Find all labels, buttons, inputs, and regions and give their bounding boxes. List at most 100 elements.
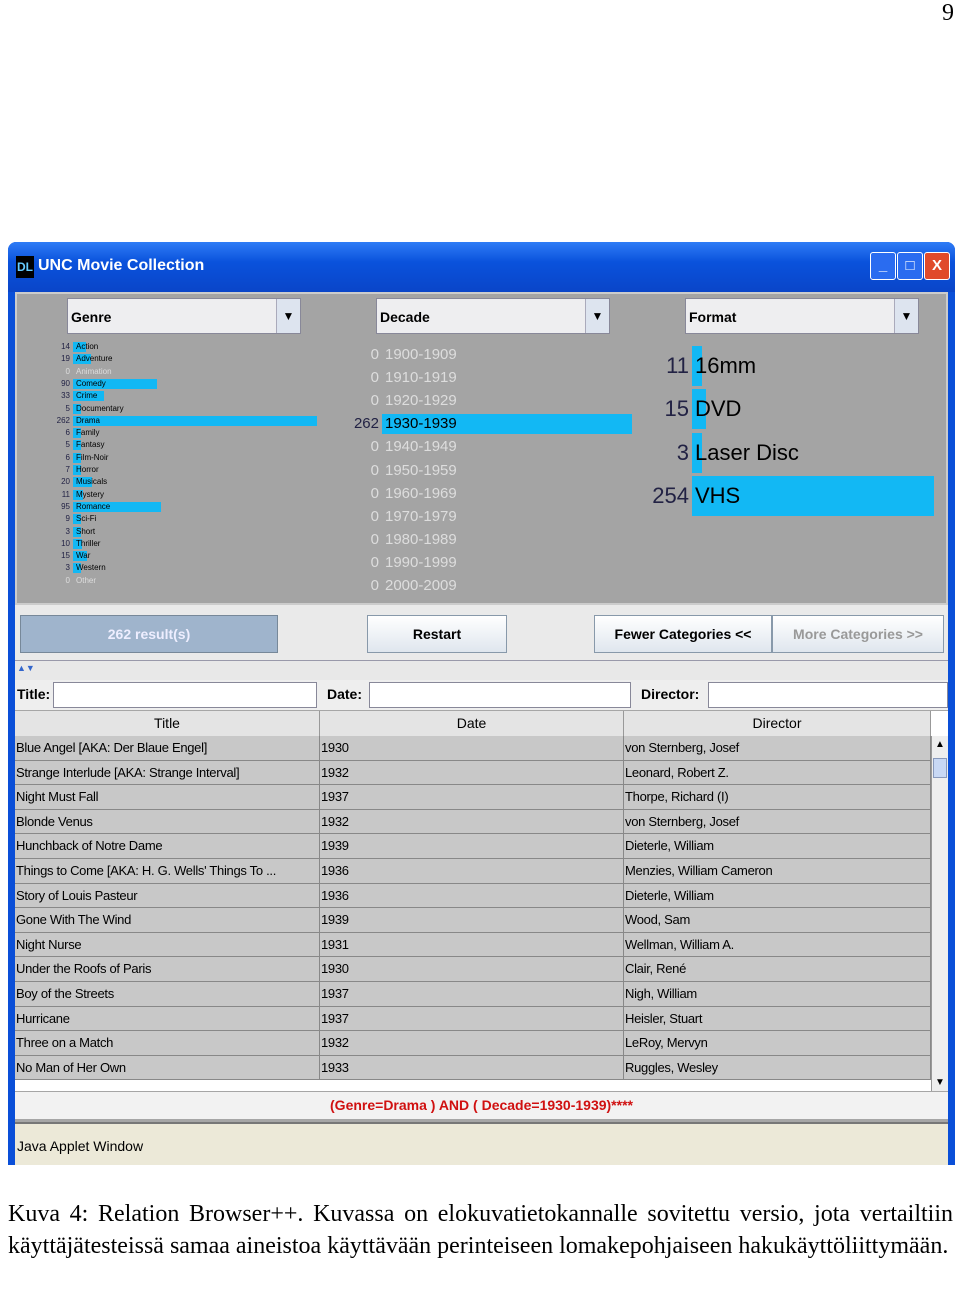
results-count-button[interactable]: 262 result(s) [20, 615, 278, 653]
director-cell[interactable]: Menzies, William Cameron [624, 859, 931, 884]
genre-label: Romance [76, 501, 111, 511]
director-cell[interactable]: Wellman, William A. [624, 932, 931, 958]
decade-label: 1910-1919 [385, 369, 457, 387]
director-cell[interactable]: Clair, René [624, 957, 931, 982]
date-cell[interactable]: 1937 [320, 1006, 624, 1032]
genre-count: 0 [65, 575, 70, 585]
scroll-down-icon[interactable]: ▼ [935, 1077, 945, 1088]
genre-dropdown[interactable]: Genre ▼ [67, 298, 301, 334]
director-cell[interactable]: Thorpe, Richard (I) [624, 785, 931, 810]
director-cell[interactable]: Ruggles, Wesley [624, 1055, 931, 1081]
director-cell[interactable]: Heisler, Stuart [624, 1006, 931, 1032]
genre-label: Mystery [76, 489, 104, 499]
title-search-input[interactable] [53, 682, 317, 708]
director-cell[interactable]: von Sternberg, Josef [624, 809, 931, 835]
date-cell[interactable]: 1936 [320, 883, 624, 909]
button-row: 262 result(s) Restart Fewer Categories <… [15, 605, 948, 660]
date-cell[interactable]: 1932 [320, 809, 624, 835]
date-cell[interactable]: 1932 [320, 760, 624, 786]
title-cell[interactable]: Hunchback of Notre Dame [15, 834, 320, 859]
date-cell[interactable]: 1939 [320, 908, 624, 933]
title-cell[interactable]: Boy of the Streets [15, 982, 320, 1007]
genre-count: 5 [65, 440, 70, 450]
title-bar[interactable]: DL UNC Movie Collection _ □ X [8, 242, 955, 292]
window-title: UNC Movie Collection [38, 257, 205, 274]
director-cell[interactable]: von Sternberg, Josef [624, 736, 931, 761]
director-cell[interactable]: Leonard, Robert Z. [624, 760, 931, 786]
date-cell[interactable]: 1933 [320, 1055, 624, 1081]
scroll-thumb[interactable] [933, 758, 947, 778]
format-label: VHS [695, 482, 741, 508]
date-search-input[interactable] [369, 682, 631, 708]
splitter-handle[interactable]: ▲▼ [15, 660, 948, 680]
decade-count: 0 [370, 346, 379, 363]
chevron-down-icon[interactable]: ▼ [276, 299, 300, 333]
genre-label: Family [76, 428, 100, 438]
genre-label: Other [76, 575, 97, 585]
title-cell[interactable]: Strange Interlude [AKA: Strange Interval… [15, 760, 320, 786]
decade-count: 0 [370, 577, 379, 594]
title-cell[interactable]: Blue Angel [AKA: Der Blaue Engel] [15, 736, 320, 761]
director-cell[interactable]: Wood, Sam [624, 908, 931, 933]
decade-label: 1900-1909 [385, 346, 457, 363]
title-cell[interactable]: Under the Roofs of Paris [15, 957, 320, 982]
column-header-date[interactable]: Date [320, 711, 624, 736]
decade-count: 0 [370, 530, 379, 548]
scroll-up-icon[interactable]: ▲ [935, 739, 945, 750]
director-cell[interactable]: Nigh, William [624, 982, 931, 1007]
decade-label: 1990-1999 [385, 553, 457, 571]
restart-button[interactable]: Restart [367, 615, 507, 653]
restart-label: Restart [412, 626, 462, 642]
title-cell[interactable]: Three on a Match [15, 1031, 320, 1056]
chevron-down-icon[interactable]: ▼ [585, 299, 609, 333]
date-cell[interactable]: 1937 [320, 785, 624, 810]
column-header-title[interactable]: Title [15, 711, 320, 736]
decade-dropdown[interactable]: Decade ▼ [376, 298, 610, 334]
chevron-down-icon[interactable]: ▼ [894, 299, 918, 333]
status-bar: Java Applet Window [15, 1122, 948, 1165]
genre-label: Animation [76, 366, 112, 376]
date-cell[interactable]: 1930 [320, 957, 624, 982]
more-categories-button[interactable]: More Categories >> [772, 615, 944, 653]
genre-label: Crime [76, 391, 98, 401]
decade-dropdown-label: Decade [380, 309, 430, 325]
title-cell[interactable]: Things to Come [AKA: H. G. Wells' Things… [15, 859, 320, 884]
title-cell[interactable]: Night Must Fall [15, 785, 320, 810]
column-header-director[interactable]: Director [624, 711, 931, 736]
minimize-button[interactable]: _ [870, 252, 896, 280]
genre-count: 9 [65, 514, 70, 524]
date-cell[interactable]: 1931 [320, 932, 624, 958]
title-cell[interactable]: Night Nurse [15, 932, 320, 958]
genre-label: Thriller [76, 538, 101, 548]
collapse-arrows-icon[interactable]: ▲▼ [17, 663, 35, 673]
director-search-input[interactable] [708, 682, 948, 708]
title-cell[interactable]: No Man of Her Own [15, 1055, 320, 1081]
format-dropdown[interactable]: Format ▼ [685, 298, 919, 334]
genre-bar-drama [73, 415, 317, 426]
applet-window: DL UNC Movie Collection _ □ X Genre ▼ Dec… [8, 242, 955, 1165]
genre-dropdown-label: Genre [71, 309, 112, 325]
genre-count: 5 [65, 403, 70, 413]
date-cell[interactable]: 1939 [320, 834, 624, 859]
maximize-button[interactable]: □ [897, 252, 923, 280]
title-cell[interactable]: Story of Louis Pasteur [15, 883, 320, 909]
genre-count: 14 [61, 342, 70, 351]
genre-label: Action [76, 342, 99, 351]
director-cell[interactable]: LeRoy, Mervyn [624, 1031, 931, 1056]
director-cell[interactable]: Dieterle, William [624, 834, 931, 859]
title-cell[interactable]: Hurricane [15, 1006, 320, 1032]
director-cell[interactable]: Dieterle, William [624, 883, 931, 909]
date-cell[interactable]: 1932 [320, 1031, 624, 1056]
fewer-categories-button[interactable]: Fewer Categories << [594, 615, 772, 653]
format-label: DVD [695, 396, 742, 422]
decade-count: 0 [370, 392, 379, 410]
date-cell[interactable]: 1936 [320, 859, 624, 884]
date-cell[interactable]: 1937 [320, 982, 624, 1007]
close-button[interactable]: X [924, 252, 950, 280]
title-cell[interactable]: Gone With The Wind [15, 908, 320, 933]
genre-count: 7 [65, 465, 70, 474]
title-cell[interactable]: Blonde Venus [15, 809, 320, 835]
date-cell[interactable]: 1930 [320, 736, 624, 761]
vertical-scrollbar[interactable]: ▲ ▼ [931, 736, 948, 1091]
decade-count: 0 [370, 461, 379, 479]
